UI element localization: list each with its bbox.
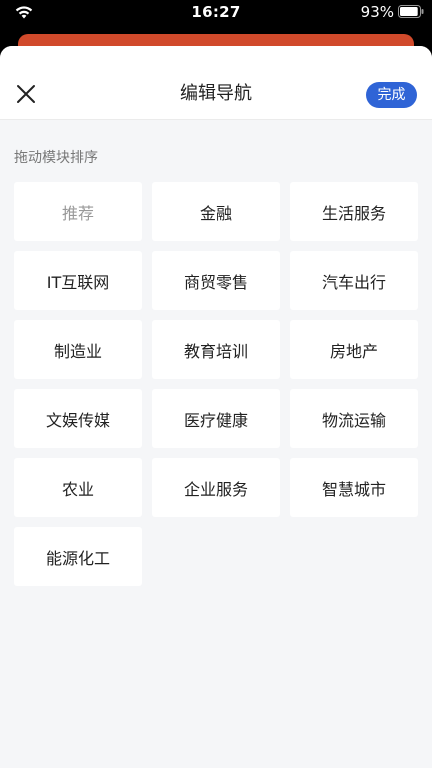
module-tile[interactable]: 教育培训 — [152, 320, 280, 379]
module-tile[interactable]: 医疗健康 — [152, 389, 280, 448]
done-button[interactable]: 完成 — [366, 82, 417, 108]
module-grid: 推荐 金融 生活服务 IT互联网 商贸零售 汽车出行制造业 教育培训 房地产文娱传媒 医疗健康物… — [14, 182, 419, 586]
module-tile[interactable]: 金融 — [152, 182, 280, 241]
module-tile[interactable]: 企业服务 — [152, 458, 280, 517]
module-tile[interactable]: 制造业 — [14, 320, 142, 379]
module-tile[interactable]: 智慧城市 — [290, 458, 418, 517]
module-tile[interactable]: 商贸零售 — [152, 251, 280, 310]
battery-percentage: 93% — [360, 3, 394, 21]
sheet-header: 编辑导航 完成 — [0, 46, 432, 120]
module-tile[interactable]: 文娱传媒 — [14, 389, 142, 448]
module-tile[interactable]: 生活服务 — [290, 182, 418, 241]
status-bar: 16:27 93% — [0, 0, 432, 26]
battery-icon — [398, 5, 424, 18]
drag-sort-hint: 拖动模块排序 — [14, 150, 98, 166]
module-tile[interactable]: IT互联网 — [14, 251, 142, 310]
module-tile[interactable]: 物流运输 — [290, 389, 418, 448]
module-tile[interactable]: 汽车出行 — [290, 251, 418, 310]
module-tile[interactable]: 农业 — [14, 458, 142, 517]
module-tile[interactable]: 能源化工 — [14, 527, 142, 586]
module-tile[interactable]: 房地产 — [290, 320, 418, 379]
edit-navigation-sheet: 编辑导航 完成 拖动模块排序 推荐 金融 生活服务 IT互联网 商贸零售 汽车出行制造业教… — [0, 46, 432, 768]
module-tile[interactable]: 推荐 — [14, 182, 142, 241]
